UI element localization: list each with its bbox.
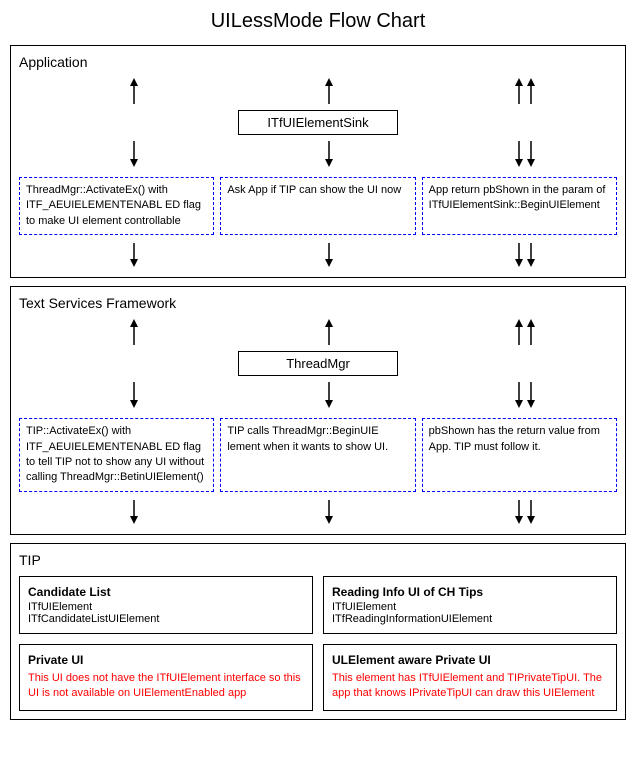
- tsf-dashed-box-3: pbShown has the return value from App. T…: [422, 418, 617, 492]
- app-exit-arrows: [19, 241, 617, 269]
- tsf-bottom-connectors: [19, 380, 617, 412]
- ulelement-private-ui-red-text: This element has ITfUIElement and TIPriv…: [332, 671, 608, 702]
- ituielementSink-box: ITfUIElementSink: [238, 110, 398, 135]
- tsf-section: Text Services Framework ThreadMgr TIP::A…: [10, 286, 626, 535]
- application-label: Application: [19, 54, 617, 70]
- app-dashed-box-2: Ask App if TIP can show the UI now: [220, 177, 415, 235]
- reading-info-line2: ITfReadingInformationUIElement: [332, 613, 608, 625]
- ulelement-private-ui-box: ULElement aware Private UI This element …: [323, 644, 617, 711]
- tsf-dashed-boxes-row: TIP::ActivateEx() with ITF_AEUIELEMENTEN…: [19, 418, 617, 492]
- tsf-dashed-box-2: TIP calls ThreadMgr::BeginUIE lement whe…: [220, 418, 415, 492]
- app-dashed-box-1: ThreadMgr::ActivateEx() with ITF_AEUIELE…: [19, 177, 214, 235]
- app-bottom-connectors: [19, 139, 617, 171]
- candidate-list-line1: ITfUIElement: [28, 601, 304, 613]
- private-ui-title: Private UI: [28, 653, 304, 667]
- threadmgr-box: ThreadMgr: [238, 351, 398, 376]
- candidate-list-title: Candidate List: [28, 585, 304, 599]
- private-ui-box: Private UI This UI does not have the ITf…: [19, 644, 313, 711]
- app-dashed-box-3: App return pbShown in the param of ITfUI…: [422, 177, 617, 235]
- page-title: UILessMode Flow Chart: [10, 10, 626, 33]
- tsf-exit-arrows: [19, 498, 617, 526]
- reading-info-title: Reading Info UI of CH Tips: [332, 585, 608, 599]
- private-ui-red-text: This UI does not have the ITfUIElement i…: [28, 671, 304, 702]
- reading-info-line1: ITfUIElement: [332, 601, 608, 613]
- tsf-dashed-box-1: TIP::ActivateEx() with ITF_AEUIELEMENTEN…: [19, 418, 214, 492]
- ulelement-private-ui-title: ULElement aware Private UI: [332, 653, 608, 667]
- candidate-list-line2: ITfCandidateListUIElement: [28, 613, 304, 625]
- tip-section: TIP Candidate List ITfUIElement ITfCandi…: [10, 543, 626, 720]
- tip-label: TIP: [19, 552, 617, 568]
- tsf-label: Text Services Framework: [19, 295, 617, 311]
- application-section: Application ITfUIElementSink ThreadMgr::…: [10, 45, 626, 278]
- tip-boxes-grid: Candidate List ITfUIElement ITfCandidate…: [19, 576, 617, 711]
- reading-info-box: Reading Info UI of CH Tips ITfUIElement …: [323, 576, 617, 634]
- app-top-connectors: [19, 76, 617, 106]
- app-dashed-boxes-row: ThreadMgr::ActivateEx() with ITF_AEUIELE…: [19, 177, 617, 235]
- candidate-list-box: Candidate List ITfUIElement ITfCandidate…: [19, 576, 313, 634]
- tsf-top-connectors: [19, 317, 617, 347]
